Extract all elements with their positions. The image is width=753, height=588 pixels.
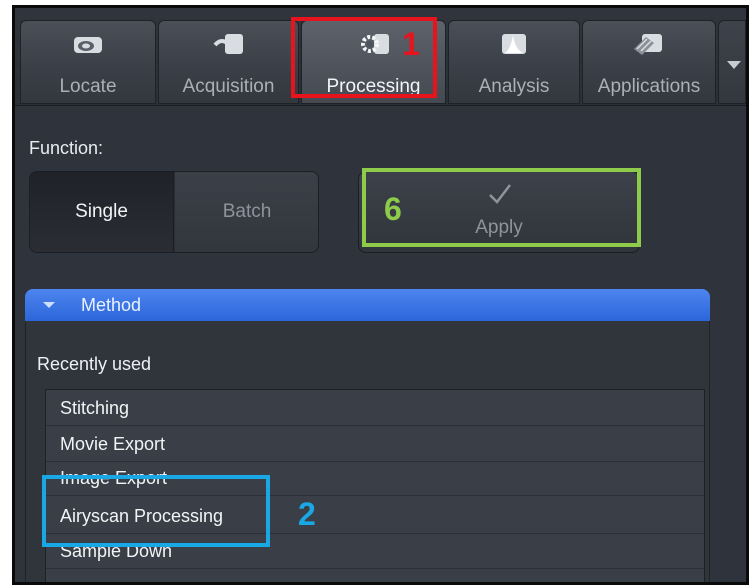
tab-bar: Locate Acquisition Processing Analysis A… bbox=[15, 8, 746, 106]
tab-analysis[interactable]: Analysis bbox=[448, 20, 580, 104]
annotation-number-2: 2 bbox=[298, 496, 316, 532]
list-item[interactable]: Movie Export bbox=[46, 426, 704, 462]
tab-label: Applications bbox=[597, 76, 701, 97]
acquisition-icon bbox=[212, 34, 243, 54]
chevron-down-icon bbox=[727, 61, 741, 69]
annotation-number-6: 6 bbox=[384, 191, 402, 227]
tab-applications[interactable]: Applications bbox=[582, 20, 716, 104]
tab-processing[interactable]: Processing bbox=[301, 20, 446, 104]
tab-label: Processing bbox=[326, 76, 421, 97]
tab-locate[interactable]: Locate bbox=[20, 20, 156, 104]
recently-used-label: Recently used bbox=[37, 354, 152, 374]
tab-acquisition[interactable]: Acquisition bbox=[158, 20, 299, 104]
method-list[interactable]: Stitching Movie Export Image Export Airy… bbox=[45, 389, 705, 582]
list-item[interactable]: Sample Down bbox=[46, 533, 704, 569]
collapse-caret-icon bbox=[43, 302, 55, 308]
tab-label: Locate bbox=[59, 76, 117, 97]
tab-overflow-button[interactable] bbox=[718, 20, 746, 104]
function-label: Function: bbox=[29, 138, 104, 158]
applications-icon bbox=[634, 34, 662, 55]
check-icon bbox=[489, 184, 511, 204]
method-title: Method bbox=[81, 295, 142, 315]
single-mode-button[interactable]: Single bbox=[30, 172, 174, 252]
processing-panel: Locate Acquisition Processing Analysis A… bbox=[12, 5, 749, 585]
list-item[interactable]: Stitching bbox=[46, 390, 704, 426]
method-section-header[interactable]: Method bbox=[25, 289, 710, 321]
tab-label: Acquisition bbox=[182, 76, 275, 97]
list-item[interactable]: Airyscan Processing bbox=[46, 498, 704, 534]
method-section: Recently used Stitching Movie Export Ima… bbox=[25, 321, 710, 582]
tab-label: Analysis bbox=[478, 76, 550, 97]
gear-icon bbox=[360, 34, 389, 54]
annotation-number-1: 1 bbox=[402, 26, 420, 62]
batch-mode-button[interactable]: Batch bbox=[175, 172, 318, 252]
list-item[interactable]: Image Export bbox=[46, 460, 704, 496]
analysis-icon bbox=[502, 34, 526, 54]
mode-toggle: Single Batch bbox=[29, 171, 319, 253]
locate-icon bbox=[74, 37, 102, 53]
